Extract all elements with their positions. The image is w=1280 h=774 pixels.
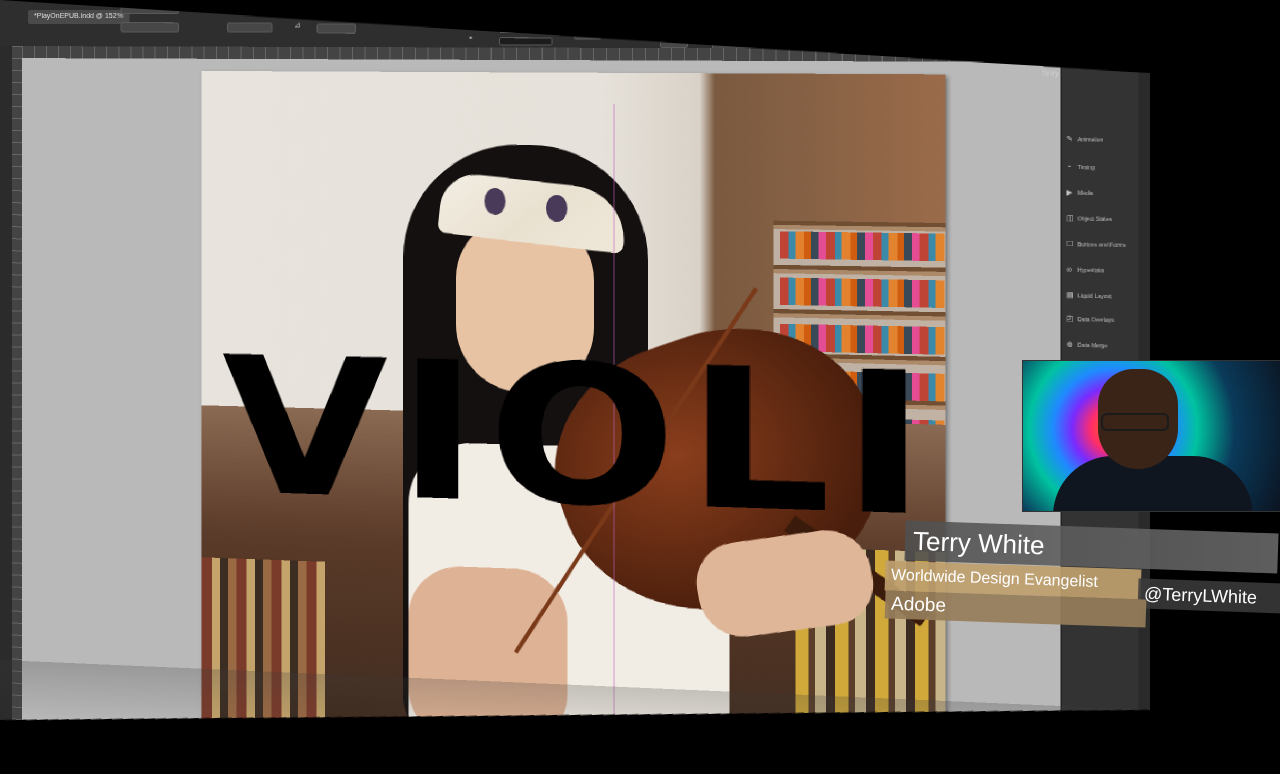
panel-timing[interactable]: ◔ Timing bbox=[1066, 158, 1137, 178]
panel-label: Hyperlinks bbox=[1077, 267, 1105, 275]
reference-point-icon[interactable]: ⌗ bbox=[280, 7, 285, 17]
link-icon[interactable]: ⌄ bbox=[185, 2, 192, 12]
panel-hyperlinks[interactable]: ∞ Hyperlinks bbox=[1066, 261, 1137, 281]
panel-data-overlays[interactable]: ◰ Data Overlays bbox=[1066, 310, 1137, 331]
panel-label: Media bbox=[1077, 190, 1094, 198]
panel-data-merge[interactable]: ⊕ Data Merge bbox=[1066, 336, 1137, 357]
media-icon: ▶ bbox=[1066, 189, 1073, 197]
headband-beetle-print bbox=[484, 188, 505, 215]
auto-fit-icon[interactable]: ⊞ bbox=[632, 31, 639, 41]
flip-vertical-icon[interactable]: ⇅ bbox=[388, 10, 395, 20]
animation-icon: ✎ bbox=[1066, 135, 1074, 144]
panel-label: Data Overlays bbox=[1077, 316, 1114, 325]
y-field[interactable] bbox=[120, 22, 179, 32]
lower-third-caption: Terry White Worldwide Design Evangelist … bbox=[880, 515, 1280, 655]
panel-animation[interactable]: ✎ Animation bbox=[1066, 131, 1137, 151]
indesign-window: *PlayOnEPUB.indd @ 152% ⌄ ▣ ⌗ ⟳ ⊿ ⇋ ⇅ ◇ … bbox=[0, 0, 1150, 774]
headband-beetle-print bbox=[546, 195, 567, 222]
document-tab[interactable]: *PlayOnEPUB.indd @ 152% bbox=[28, 10, 129, 24]
pasteboard: VIOLIN bbox=[22, 58, 1061, 770]
flip-horizontal-icon[interactable]: ⇋ bbox=[371, 10, 378, 20]
liquid-layout-icon: ▤ bbox=[1066, 292, 1074, 300]
constrain-proportions-icon[interactable]: ▣ bbox=[204, 4, 212, 14]
stroke-swatch-icon[interactable]: ▪ bbox=[470, 33, 473, 43]
object-states-icon: ◫ bbox=[1066, 215, 1074, 223]
fitting-icon[interactable]: ⊡ bbox=[615, 31, 622, 41]
presenter-webcam-inset bbox=[1022, 360, 1280, 512]
fill-swatch-icon[interactable] bbox=[468, 19, 480, 30]
rotation-field[interactable] bbox=[317, 6, 356, 16]
panel-label: Animation bbox=[1077, 137, 1104, 144]
panel-label: Data Merge bbox=[1077, 342, 1108, 350]
timing-icon: ◔ bbox=[1066, 163, 1072, 172]
previous-object-icon[interactable]: ◂ bbox=[446, 16, 450, 26]
shear-icon[interactable]: ⊿ bbox=[294, 20, 301, 30]
hyperlinks-icon: ∞ bbox=[1066, 266, 1073, 275]
panel-media[interactable]: ▶ Media bbox=[1066, 184, 1137, 204]
presenter-glasses bbox=[1101, 413, 1169, 431]
rotate-icon[interactable]: ⟳ bbox=[294, 3, 301, 13]
buttons-forms-icon: ☐ bbox=[1066, 240, 1074, 249]
stroke-weight-field[interactable] bbox=[499, 23, 544, 33]
height-field[interactable] bbox=[227, 22, 272, 32]
document-page[interactable]: VIOLIN bbox=[202, 71, 946, 765]
data-merge-icon: ⊕ bbox=[1066, 341, 1074, 349]
select-content-icon[interactable]: ◆ bbox=[425, 10, 431, 20]
drop-shadow-icon[interactable]: ▢ bbox=[561, 27, 569, 37]
corner-field[interactable] bbox=[660, 38, 688, 49]
page-headline[interactable]: VIOLIN bbox=[222, 333, 945, 552]
shear-field[interactable] bbox=[317, 23, 356, 33]
panel-label: Buttons and Forms bbox=[1077, 241, 1127, 250]
presenter-handle: @TerryLWhite bbox=[1137, 578, 1280, 614]
panel-buttons-forms[interactable]: ☐ Buttons and Forms bbox=[1066, 235, 1137, 255]
select-container-icon[interactable]: ◇ bbox=[406, 10, 412, 20]
tools-panel bbox=[0, 46, 12, 721]
stroke-type-dropdown[interactable] bbox=[499, 37, 552, 45]
x-field[interactable] bbox=[120, 4, 179, 14]
panel-label: Liquid Layout bbox=[1077, 293, 1112, 301]
opacity-field[interactable] bbox=[574, 29, 602, 39]
panel-label: Timing bbox=[1077, 164, 1095, 172]
width-field[interactable] bbox=[227, 4, 272, 14]
control-bar: *PlayOnEPUB.indd @ 152% ⌄ ▣ ⌗ ⟳ ⊿ ⇋ ⇅ ◇ … bbox=[0, 0, 1150, 51]
panel-label: Object States bbox=[1077, 216, 1113, 224]
data-overlays-icon: ◰ bbox=[1066, 315, 1074, 324]
panel-object-states[interactable]: ◫ Object States bbox=[1066, 210, 1137, 230]
vertical-ruler bbox=[12, 46, 22, 721]
panel-liquid-layout[interactable]: ▤ Liquid Layout bbox=[1066, 287, 1137, 308]
